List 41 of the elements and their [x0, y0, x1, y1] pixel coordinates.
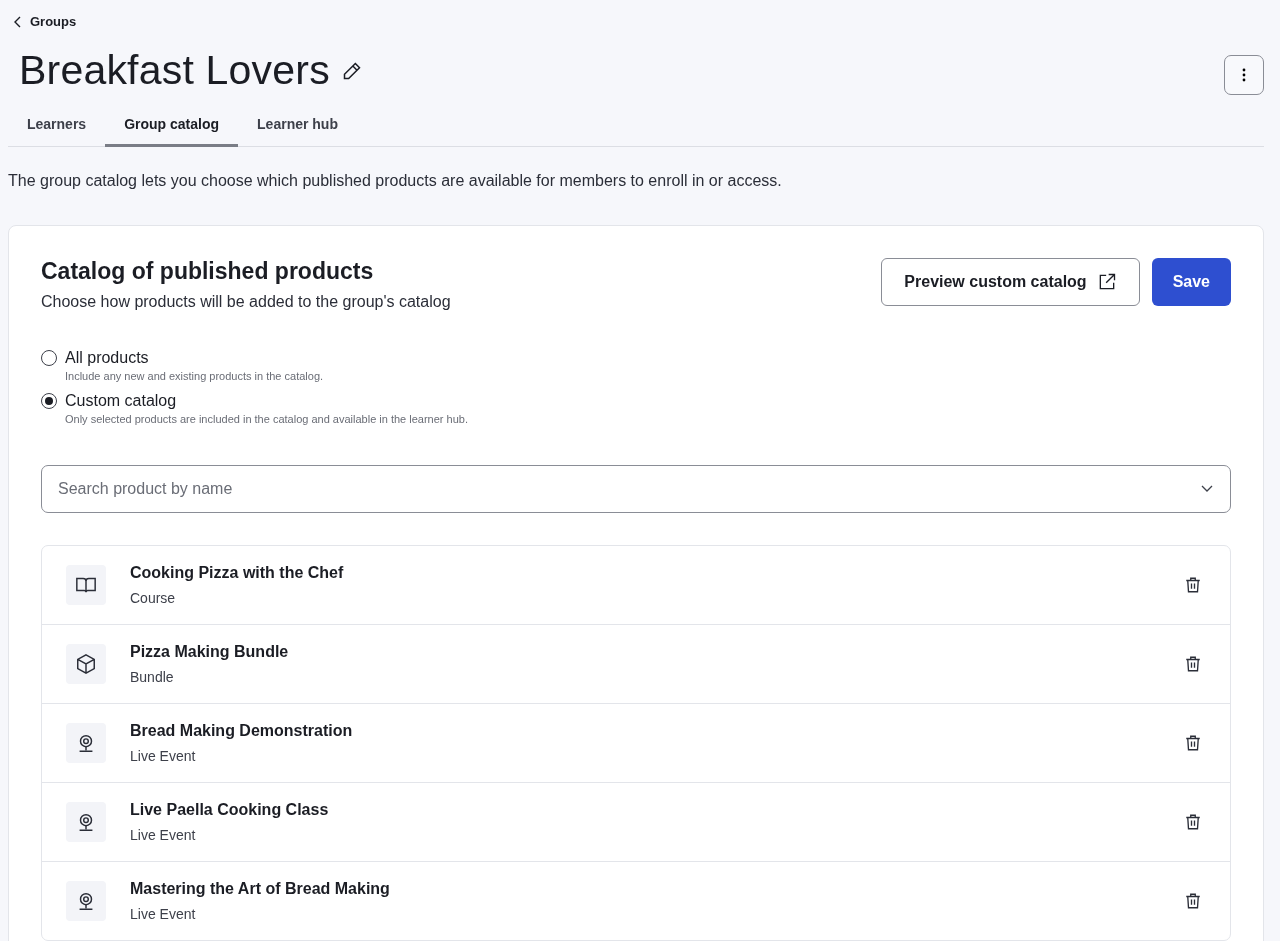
- more-options-button[interactable]: [1224, 55, 1264, 95]
- preview-button[interactable]: Preview custom catalog: [881, 258, 1140, 306]
- delete-button[interactable]: [1184, 734, 1202, 752]
- card-heading: Catalog of published products: [41, 258, 375, 285]
- chevron-down-icon: [1201, 485, 1213, 493]
- pencil-icon[interactable]: [341, 60, 362, 81]
- tab[interactable]: Learner hub: [238, 105, 357, 147]
- delete-button[interactable]: [1184, 655, 1202, 673]
- product-type: Live Event: [130, 906, 197, 922]
- product-name: Mastering the Art of Bread Making: [130, 880, 391, 898]
- product-type: Live Event: [130, 748, 197, 764]
- product-name: Cooking Pizza with the Chef: [130, 564, 345, 582]
- trash-icon: [1184, 892, 1202, 910]
- delete-button[interactable]: [1184, 813, 1202, 831]
- trash-icon: [1184, 734, 1202, 752]
- delete-button[interactable]: [1184, 576, 1202, 594]
- option-hint: Include any new and existing products in the catalog.: [65, 370, 325, 382]
- product-type: Course: [130, 590, 177, 606]
- page-title: Breakfast Lovers: [19, 47, 330, 94]
- product-name: Live Paella Cooking Class: [130, 801, 330, 819]
- more-vertical-icon: [1242, 68, 1246, 82]
- tab[interactable]: Learners: [8, 105, 106, 147]
- product-type: Bundle: [130, 669, 175, 685]
- delete-button[interactable]: [1184, 892, 1202, 910]
- option-hint: Only selected products are included in the catalog and available in the learner hub.: [65, 413, 469, 425]
- tab[interactable]: Group catalog: [105, 105, 239, 147]
- trash-icon: [1184, 576, 1202, 594]
- cube-icon: [75, 653, 97, 675]
- option-label: Custom catalog: [65, 392, 178, 410]
- chevron-left-icon: [14, 15, 22, 28]
- back-link[interactable]: Groups: [8, 0, 83, 29]
- product-name: Bread Making Demonstration: [130, 722, 354, 740]
- save-button[interactable]: Save: [1151, 258, 1231, 306]
- card-subheading: Choose how products will be added to the group's catalog: [41, 293, 451, 311]
- product-name: Pizza Making Bundle: [130, 643, 290, 661]
- page-description: The group catalog lets you choose which published products are available for members to enroll in or access.: [8, 172, 783, 190]
- search-field[interactable]: Search product by name: [41, 465, 1231, 513]
- option-label: All products: [65, 349, 150, 367]
- trash-icon: [1184, 655, 1202, 673]
- trash-icon: [1184, 813, 1202, 831]
- product-type: Live Event: [130, 827, 197, 843]
